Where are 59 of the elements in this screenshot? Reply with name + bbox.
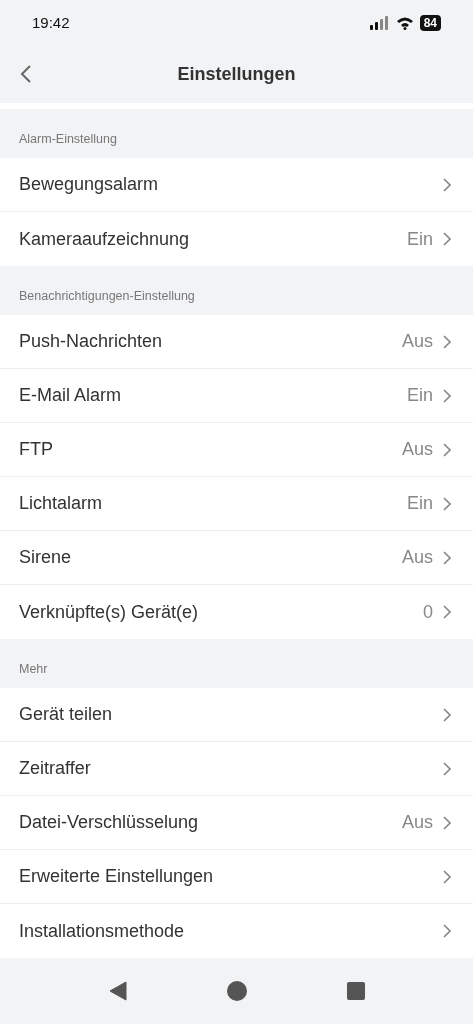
home-nav-icon[interactable] bbox=[226, 981, 247, 1001]
page-title: Einstellungen bbox=[177, 63, 296, 85]
chevron-icon bbox=[443, 605, 451, 619]
settings-row[interactable]: Bewegungsalarm bbox=[0, 158, 473, 212]
row-label: E-Mail Alarm bbox=[19, 385, 122, 406]
settings-row[interactable]: Zeitraffer bbox=[0, 742, 473, 796]
recents-nav-icon[interactable] bbox=[346, 982, 365, 1000]
chevron-icon bbox=[443, 232, 451, 246]
settings-row[interactable]: Gerät teilen bbox=[0, 688, 473, 742]
settings-row[interactable]: Push-Nachrichten Aus bbox=[0, 315, 473, 369]
settings-row[interactable]: Installationsmethode bbox=[0, 904, 473, 958]
row-label: Erweiterte Einstellungen bbox=[19, 866, 215, 887]
row-label: Bewegungsalarm bbox=[19, 174, 160, 195]
chevron-icon bbox=[443, 550, 451, 565]
settings-row[interactable]: FTP Aus bbox=[0, 423, 473, 477]
clock: 19:42 bbox=[32, 14, 70, 31]
row-label: Gerät teilen bbox=[19, 704, 114, 725]
back-nav-icon[interactable] bbox=[108, 981, 127, 1001]
chevron-icon bbox=[443, 442, 451, 457]
row-label: Sirene bbox=[19, 547, 73, 568]
settings-row[interactable]: Sirene Aus bbox=[0, 531, 473, 585]
settings-row[interactable]: Lichtalarm Ein bbox=[0, 477, 473, 531]
row-value: Ein bbox=[407, 385, 433, 406]
row-label: Lichtalarm bbox=[19, 493, 104, 514]
settings-row[interactable]: E-Mail Alarm Ein bbox=[0, 369, 473, 423]
row-value: Aus bbox=[401, 439, 433, 460]
chevron-icon bbox=[443, 869, 451, 884]
chevron-icon bbox=[443, 707, 451, 722]
settings-row[interactable]: Datei-Verschlüsselung Aus bbox=[0, 796, 473, 850]
settings-row[interactable]: Verknüpfte(s) Gerät(e) 0 bbox=[0, 585, 473, 639]
wifi-icon bbox=[395, 15, 414, 30]
settings-row[interactable]: Erweiterte Einstellungen bbox=[0, 850, 473, 904]
chevron-icon bbox=[443, 334, 451, 349]
chevron-icon bbox=[443, 177, 451, 192]
row-value: Ein bbox=[407, 228, 433, 250]
chevron-icon bbox=[443, 496, 451, 511]
chevron-icon bbox=[443, 815, 451, 830]
back-icon[interactable] bbox=[20, 64, 32, 84]
row-label: Zeitraffer bbox=[19, 758, 92, 779]
chevron-icon bbox=[443, 761, 451, 776]
row-label: Kameraaufzeichnung bbox=[19, 228, 191, 250]
row-value: Aus bbox=[401, 547, 433, 568]
row-value: 0 bbox=[423, 601, 433, 623]
row-label: Verknüpfte(s) Gerät(e) bbox=[19, 601, 200, 623]
signal-icon bbox=[369, 15, 390, 30]
chevron-icon bbox=[443, 388, 451, 403]
row-label: Push-Nachrichten bbox=[19, 331, 164, 352]
row-value: Aus bbox=[401, 331, 433, 352]
row-label: Datei-Verschlüsselung bbox=[19, 812, 200, 833]
settings-row[interactable]: Kameraaufzeichnung Ein bbox=[0, 212, 473, 266]
row-value: Aus bbox=[401, 812, 433, 833]
row-label: Installationsmethode bbox=[19, 920, 186, 942]
battery-indicator: 84 bbox=[419, 14, 441, 31]
row-value: Ein bbox=[407, 493, 433, 514]
section-heading: Benachrichtigungen-Einstellung bbox=[18, 288, 196, 305]
chevron-icon bbox=[443, 924, 451, 938]
section-heading: Mehr bbox=[18, 661, 49, 678]
row-label: FTP bbox=[19, 439, 54, 460]
section-heading: Alarm-Einstellung bbox=[18, 131, 118, 148]
